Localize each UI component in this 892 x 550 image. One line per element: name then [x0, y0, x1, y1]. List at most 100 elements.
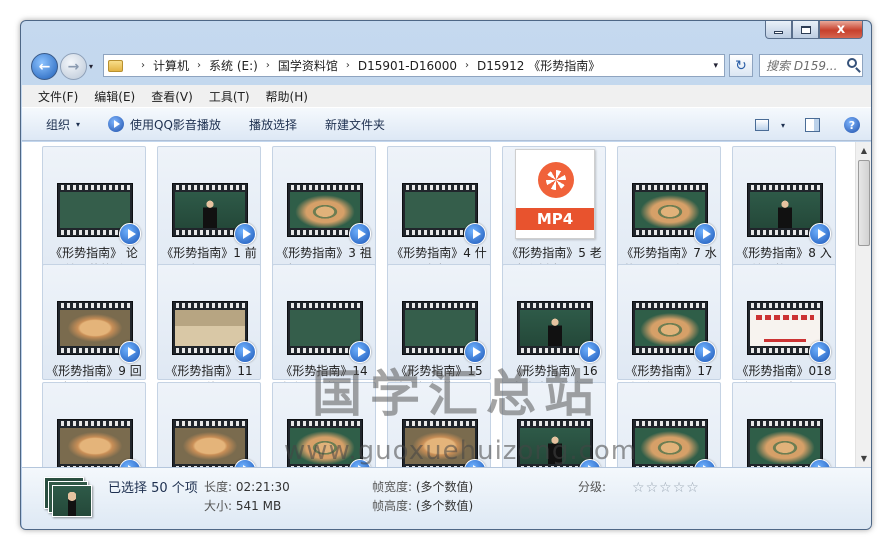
- folder-icon: [108, 59, 123, 72]
- thumbnail-image: [175, 192, 245, 228]
- command-bar: 组织 ▾ 使用QQ影音播放 播放选择 新建文件夹 ▾ ?: [22, 107, 871, 142]
- back-button[interactable]: ←: [31, 53, 58, 80]
- minimize-icon: [774, 30, 783, 34]
- breadcrumb-separator[interactable]: ›: [465, 60, 469, 71]
- thumbnail-image: [290, 310, 360, 346]
- breadcrumb-library[interactable]: 国学资料馆: [278, 57, 338, 74]
- close-icon: x: [836, 22, 846, 37]
- qq-player-badge-icon: [234, 341, 256, 363]
- thumbnail-image: [750, 310, 820, 346]
- qq-player-badge-icon: [349, 223, 371, 245]
- play-with-qq-button[interactable]: 使用QQ影音播放: [108, 116, 221, 133]
- menu-edit[interactable]: 编辑(E): [94, 88, 135, 105]
- file-item[interactable]: [157, 382, 261, 467]
- rating-star-icon[interactable]: ☆: [646, 480, 659, 496]
- thumbnail-image: [60, 428, 130, 464]
- search-input[interactable]: 搜索 D159...: [759, 54, 863, 77]
- details-pane: 已选择 50 个项 长度: 02:21:30 大小: 541 MB 帧宽度: (…: [22, 467, 871, 529]
- qq-player-badge-icon: [809, 223, 831, 245]
- breadcrumb-computer[interactable]: 计算机: [153, 57, 189, 74]
- selection-count: 已选择 50 个项: [108, 481, 198, 496]
- change-view-icon[interactable]: [754, 119, 769, 131]
- thumbnail-image: [60, 192, 130, 228]
- thumbnail-image: [750, 428, 820, 464]
- explorer-window: x ← → ▾ › 计算机 › 系统 (E:) › 国学资料馆 › D15901…: [20, 20, 872, 530]
- menu-view[interactable]: 查看(V): [151, 88, 193, 105]
- organize-button[interactable]: 组织 ▾: [46, 116, 80, 133]
- mp4-badge: MP4: [516, 208, 594, 230]
- close-button[interactable]: x: [819, 21, 863, 39]
- menu-bar: 文件(F) 编辑(E) 查看(V) 工具(T) 帮助(H): [22, 85, 871, 107]
- navigation-row: ← → ▾ › 计算机 › 系统 (E:) › 国学资料馆 › D15901-D…: [27, 51, 867, 83]
- length-value[interactable]: 02:21:30: [236, 480, 290, 494]
- qq-player-badge-icon: [119, 341, 141, 363]
- thumbnail-image: [290, 192, 360, 228]
- file-item[interactable]: 《形势指南》11 五星形体.mp4: [157, 264, 261, 395]
- new-folder-button[interactable]: 新建文件夹: [325, 116, 385, 133]
- breadcrumb-separator[interactable]: ›: [141, 60, 145, 71]
- breadcrumb-separator[interactable]: ›: [197, 60, 201, 71]
- search-icon[interactable]: [847, 58, 857, 68]
- chevron-down-icon: ▾: [76, 119, 81, 129]
- watermark-url: www.guoxuehuizong.com: [284, 436, 638, 466]
- frame-height-value[interactable]: (多个数值): [416, 499, 473, 513]
- recent-pages-dropdown[interactable]: ▾: [89, 62, 93, 71]
- thumbnail-image: [635, 192, 705, 228]
- preview-pane-icon[interactable]: [805, 118, 820, 132]
- rating-star-icon[interactable]: ☆: [686, 480, 699, 496]
- file-item[interactable]: 《形势指南》9 回龙顾祖.mp4: [42, 264, 146, 395]
- breadcrumb-range-folder[interactable]: D15901-D16000: [358, 59, 457, 73]
- breadcrumb-current-folder[interactable]: D15912 《形势指南》: [477, 57, 600, 74]
- forward-button[interactable]: →: [60, 53, 87, 80]
- menu-tools[interactable]: 工具(T): [209, 88, 250, 105]
- qq-player-icon: [108, 116, 125, 132]
- video-thumbnail: [172, 419, 248, 467]
- maximize-button[interactable]: [792, 21, 819, 39]
- view-options-chevron-icon[interactable]: ▾: [781, 121, 785, 130]
- thumbnail-image: [175, 428, 245, 464]
- help-icon[interactable]: ?: [844, 117, 860, 133]
- thumbnail-image: [635, 310, 705, 346]
- rating-star-icon[interactable]: ☆: [632, 480, 645, 496]
- mp4-file-icon: MP4: [515, 149, 595, 239]
- selection-thumbnail: [44, 477, 92, 517]
- rating-label: 分级:: [578, 480, 607, 494]
- refresh-button[interactable]: ↻: [729, 54, 753, 77]
- menu-file[interactable]: 文件(F): [38, 88, 78, 105]
- rating-stars[interactable]: ☆ ☆ ☆ ☆ ☆: [632, 480, 700, 496]
- file-view: 《形势指南》 论入首一节的重要性.mp4《形势指南》1 前言.mp4《形势指南》…: [22, 142, 871, 467]
- scroll-up-button[interactable]: ▲: [856, 142, 871, 159]
- qq-player-badge-icon: [464, 223, 486, 245]
- breadcrumb-drive[interactable]: 系统 (E:): [209, 57, 258, 74]
- qq-player-badge-icon: [809, 341, 831, 363]
- rating-star-icon[interactable]: ☆: [659, 480, 672, 496]
- address-bar[interactable]: › 计算机 › 系统 (E:) › 国学资料馆 › D15901-D16000 …: [103, 54, 725, 77]
- rating-star-icon[interactable]: ☆: [673, 480, 686, 496]
- forward-arrow-icon: →: [67, 58, 80, 75]
- qq-player-badge-icon: [234, 223, 256, 245]
- scroll-down-button[interactable]: ▼: [856, 450, 871, 467]
- thumbnail-image: [405, 192, 475, 228]
- film-reel-icon: [538, 162, 574, 198]
- minimize-button[interactable]: [765, 21, 792, 39]
- new-folder-label: 新建文件夹: [324, 117, 385, 132]
- file-item[interactable]: [42, 382, 146, 467]
- menu-help[interactable]: 帮助(H): [266, 88, 308, 105]
- frame-width-value[interactable]: (多个数值): [416, 480, 473, 494]
- vertical-scrollbar[interactable]: ▲ ▼: [855, 142, 871, 467]
- toolbar-right: ▾ ?: [754, 108, 871, 142]
- breadcrumb-separator[interactable]: ›: [266, 60, 270, 71]
- breadcrumb-separator[interactable]: ›: [346, 60, 350, 71]
- file-item[interactable]: [732, 382, 836, 467]
- thumbnail-image: [60, 310, 130, 346]
- thumbnail-image: [405, 310, 475, 346]
- address-dropdown-icon[interactable]: ▾: [713, 61, 718, 71]
- file-item[interactable]: 《形势指南》018 论呼形喝象.mp4: [732, 264, 836, 395]
- maximize-icon: [800, 25, 811, 34]
- size-label: 大小:: [204, 499, 233, 513]
- play-selection-button[interactable]: 播放选择: [249, 116, 297, 133]
- thumbnail-image: [635, 428, 705, 464]
- file-item[interactable]: 《形势指南》17 朝迎侍卫.mp4: [617, 264, 721, 395]
- scroll-thumb[interactable]: [858, 160, 870, 246]
- back-arrow-icon: ←: [38, 58, 51, 75]
